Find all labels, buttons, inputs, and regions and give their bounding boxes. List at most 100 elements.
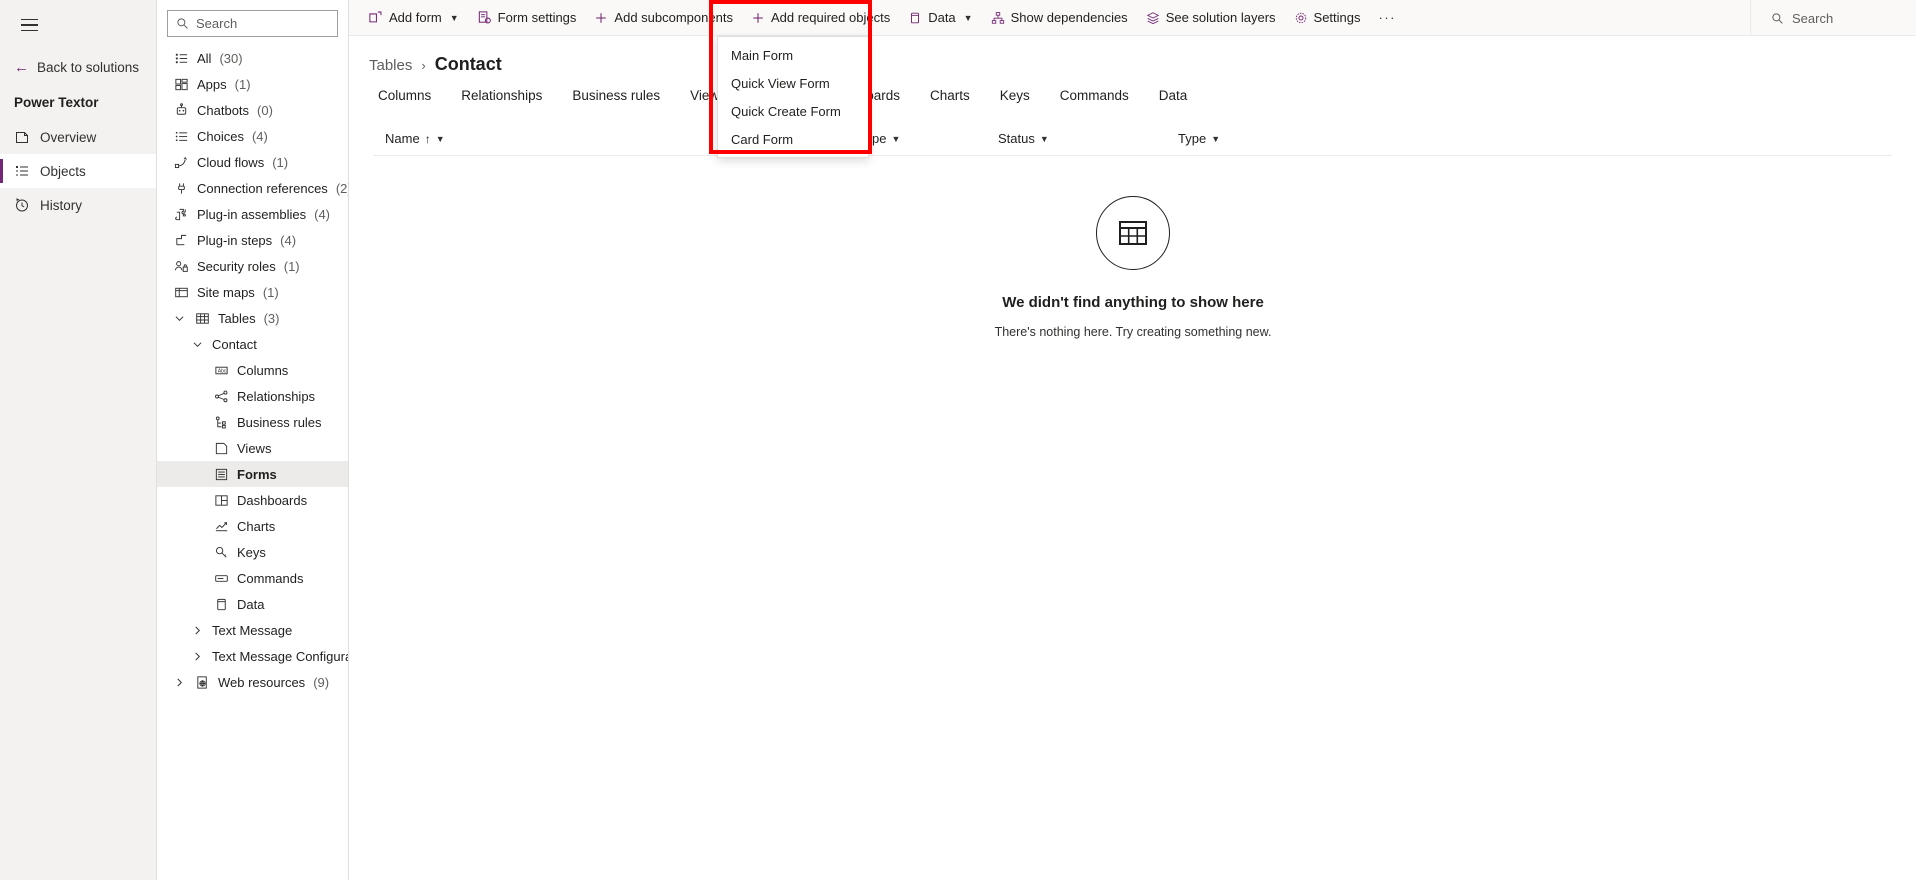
settings-button[interactable]: Settings bbox=[1285, 0, 1370, 36]
command-bar-search[interactable]: Search bbox=[1750, 0, 1916, 36]
connection-icon bbox=[173, 181, 189, 196]
tree-item-count: (1) bbox=[263, 285, 279, 300]
hamburger-icon[interactable] bbox=[8, 6, 50, 44]
data-icon bbox=[213, 597, 229, 612]
data-icon bbox=[908, 11, 922, 25]
tree-item-views[interactable]: Views bbox=[157, 435, 348, 461]
column-header-status[interactable]: Status ▼ bbox=[998, 131, 1178, 146]
tree-item-business-rules[interactable]: Business rules bbox=[157, 409, 348, 435]
tree-item-site-maps[interactable]: Site maps(1) bbox=[157, 279, 348, 305]
tree-item-columns[interactable]: AbcColumns bbox=[157, 357, 348, 383]
tab-charts[interactable]: Charts bbox=[915, 88, 985, 109]
cloud-flow-icon bbox=[173, 155, 189, 170]
column-header-label: Status bbox=[998, 131, 1035, 146]
menu-item-quick-create-form[interactable]: Quick Create Form bbox=[718, 97, 868, 125]
sidebar-item-history[interactable]: History bbox=[0, 188, 156, 222]
layers-icon bbox=[1146, 11, 1160, 25]
keys-icon bbox=[213, 545, 229, 560]
tree-item-connection-references[interactable]: Connection references(2) bbox=[157, 175, 348, 201]
page-title: Contact bbox=[435, 54, 502, 75]
search-icon bbox=[1771, 12, 1784, 25]
chevron-down-icon[interactable] bbox=[191, 340, 204, 349]
breadcrumb-parent[interactable]: Tables bbox=[369, 57, 412, 74]
show-dependencies-label: Show dependencies bbox=[1011, 10, 1128, 25]
add-subcomponents-label: Add subcomponents bbox=[614, 10, 733, 25]
chevron-right-icon[interactable] bbox=[191, 626, 204, 635]
tree-item-keys[interactable]: Keys bbox=[157, 539, 348, 565]
tree-item-label: Security roles bbox=[197, 259, 276, 274]
chatbot-icon bbox=[173, 103, 189, 118]
tree-item-cloud-flows[interactable]: Cloud flows(1) bbox=[157, 149, 348, 175]
left-rail: ← Back to solutions Power Textor Overvie… bbox=[0, 0, 157, 880]
business-rules-icon bbox=[213, 415, 229, 430]
chevron-right-icon[interactable] bbox=[191, 652, 204, 661]
form-settings-icon bbox=[477, 10, 492, 25]
tab-relationships[interactable]: Relationships bbox=[446, 88, 557, 109]
tree-item-count: (4) bbox=[280, 233, 296, 248]
tree-item-all[interactable]: All(30) bbox=[157, 45, 348, 71]
tree-item-label: All bbox=[197, 51, 211, 66]
back-to-solutions-button[interactable]: ← Back to solutions bbox=[0, 54, 156, 81]
tree-item-plug-in-assemblies[interactable]: Plug-in assemblies(4) bbox=[157, 201, 348, 227]
tree-item-label: Forms bbox=[237, 467, 277, 482]
objects-icon bbox=[14, 163, 30, 179]
chevron-right-icon[interactable] bbox=[173, 678, 186, 687]
objects-search-input[interactable]: Search bbox=[196, 16, 237, 31]
tree-item-count: (4) bbox=[252, 129, 268, 144]
add-required-objects-label: Add required objects bbox=[771, 10, 890, 25]
menu-item-main-form[interactable]: Main Form bbox=[718, 41, 868, 69]
menu-item-quick-view-form[interactable]: Quick View Form bbox=[718, 69, 868, 97]
plugin-step-icon bbox=[173, 233, 189, 248]
tree-item-relationships[interactable]: Relationships bbox=[157, 383, 348, 409]
tab-keys[interactable]: Keys bbox=[985, 88, 1045, 109]
tree-item-chatbots[interactable]: Chatbots(0) bbox=[157, 97, 348, 123]
tree-item-label: Plug-in steps bbox=[197, 233, 272, 248]
tree-item-text-message-configura[interactable]: Text Message Configura... bbox=[157, 643, 348, 669]
tree-item-count: (9) bbox=[313, 675, 329, 690]
form-settings-button[interactable]: Form settings bbox=[468, 0, 586, 36]
menu-item-label: Card Form bbox=[731, 132, 793, 147]
sidebar-item-objects[interactable]: Objects bbox=[0, 154, 156, 188]
tree-item-contact[interactable]: Contact bbox=[157, 331, 348, 357]
tree-item-apps[interactable]: Apps(1) bbox=[157, 71, 348, 97]
relationships-icon bbox=[213, 389, 229, 404]
tree-item-choices[interactable]: Choices (4) bbox=[157, 123, 348, 149]
tree-item-charts[interactable]: Charts bbox=[157, 513, 348, 539]
tree-item-plug-in-steps[interactable]: Plug-in steps (4) bbox=[157, 227, 348, 253]
add-required-objects-button[interactable]: Add required objects bbox=[742, 0, 899, 36]
tree-item-forms[interactable]: Forms bbox=[157, 461, 348, 487]
tab-data[interactable]: Data bbox=[1144, 88, 1203, 109]
tree-item-data[interactable]: Data bbox=[157, 591, 348, 617]
column-header-type[interactable]: Type ▼ bbox=[1178, 131, 1338, 146]
chevron-down-icon: ▼ bbox=[450, 13, 459, 23]
tree-item-web-resources[interactable]: Web resources(9) bbox=[157, 669, 348, 695]
dashboards-icon bbox=[213, 493, 229, 508]
add-subcomponents-button[interactable]: Add subcomponents bbox=[585, 0, 742, 36]
chevron-down-icon: ▼ bbox=[1211, 134, 1220, 144]
show-dependencies-button[interactable]: Show dependencies bbox=[982, 0, 1137, 36]
tree-item-dashboards[interactable]: Dashboards bbox=[157, 487, 348, 513]
overflow-menu-button[interactable]: ··· bbox=[1370, 0, 1406, 36]
command-bar-search-label: Search bbox=[1792, 11, 1833, 26]
tree-item-label: Plug-in assemblies bbox=[197, 207, 306, 222]
tab-business-rules[interactable]: Business rules bbox=[557, 88, 675, 109]
tab-commands[interactable]: Commands bbox=[1045, 88, 1144, 109]
see-solution-layers-button[interactable]: See solution layers bbox=[1137, 0, 1285, 36]
sidebar-item-overview[interactable]: Overview bbox=[0, 120, 156, 154]
objects-search-box[interactable]: Search bbox=[167, 10, 338, 37]
tree-item-text-message[interactable]: Text Message bbox=[157, 617, 348, 643]
menu-item-card-form[interactable]: Card Form bbox=[718, 125, 868, 153]
tree-item-security-roles[interactable]: Security roles(1) bbox=[157, 253, 348, 279]
dependencies-icon bbox=[991, 11, 1005, 25]
tree-item-label: Apps bbox=[197, 77, 227, 92]
apps-icon bbox=[173, 77, 189, 92]
add-form-button[interactable]: Add form ▼ bbox=[359, 0, 468, 36]
tree-item-commands[interactable]: Commands bbox=[157, 565, 348, 591]
chevron-down-icon[interactable] bbox=[173, 314, 186, 323]
data-button[interactable]: Data ▼ bbox=[899, 0, 981, 36]
tab-columns[interactable]: Columns bbox=[363, 88, 446, 109]
columns-icon: Abc bbox=[213, 363, 229, 378]
empty-state-title: We didn't find anything to show here bbox=[1002, 294, 1264, 311]
tree-item-tables[interactable]: Tables(3) bbox=[157, 305, 348, 331]
tree-item-label: Choices bbox=[197, 129, 244, 144]
